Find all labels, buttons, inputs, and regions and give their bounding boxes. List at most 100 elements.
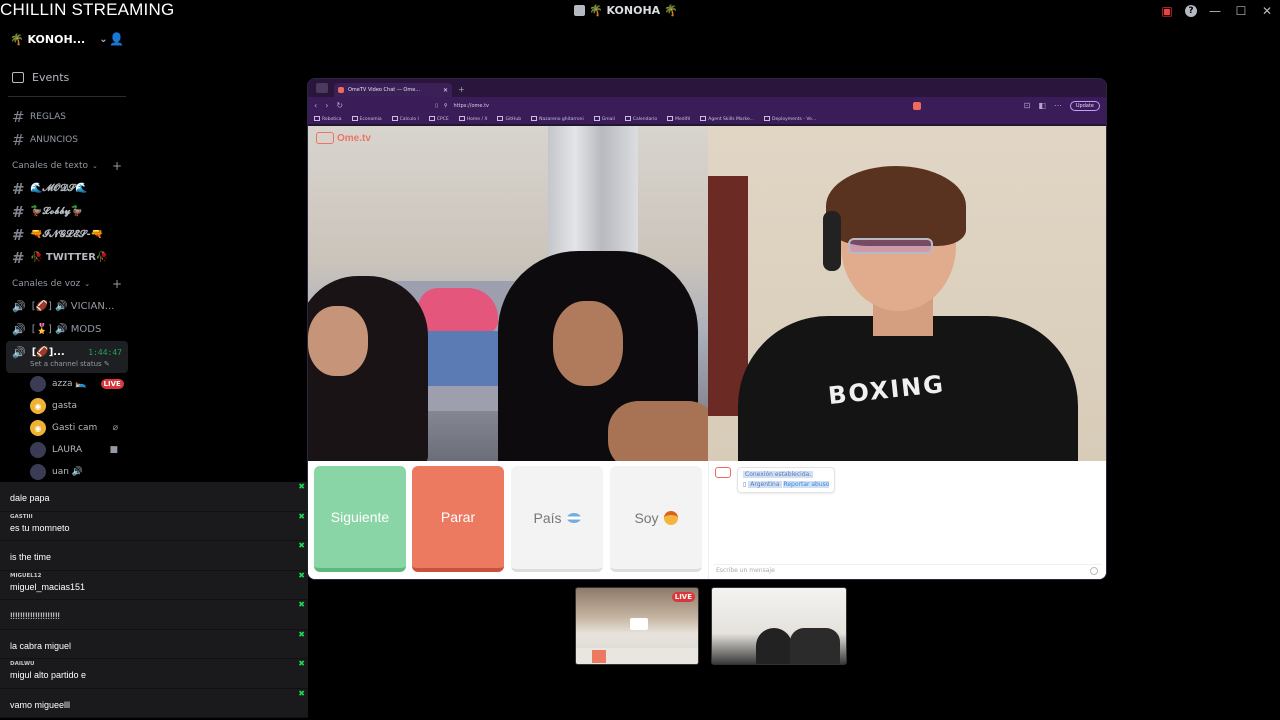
voice-user[interactable]: LAURA ■ xyxy=(0,439,134,461)
next-label: Siguiente xyxy=(330,509,390,525)
screenshot-icon[interactable]: ⊡ xyxy=(1024,101,1031,110)
stream-thumbnail-camera[interactable] xyxy=(711,587,847,665)
bookmark-item[interactable]: Medifé xyxy=(667,116,690,122)
bookmark-item[interactable]: Calculo I xyxy=(391,116,419,122)
voice-user-name: uan 🔊 xyxy=(52,467,83,477)
channel-label: 🥀 TWITTER🥀 xyxy=(30,252,109,263)
country-button[interactable]: País xyxy=(511,466,603,572)
screen-share-icon xyxy=(630,618,648,630)
voice-channel-vician[interactable]: 🔊 [🏈] 🔊 VICIAN... xyxy=(0,295,134,318)
channel-lobby[interactable]: # 🦆𝓛𝓸𝓫𝓫𝔂🦆 xyxy=(0,200,134,223)
sidebar-icon[interactable]: ◧ xyxy=(1038,101,1046,110)
voice-user[interactable]: ◉ gasta xyxy=(0,395,134,417)
channel-ingles[interactable]: # 🔫𝓘𝓝𝓖𝓛𝓔𝓢-🔫 xyxy=(0,223,134,246)
window-controls: ▣ ? — ☐ ✕ xyxy=(1154,0,1280,22)
voice-timer: 1:44:47 xyxy=(88,348,122,357)
browser-tab-ometv[interactable]: OmeTV Video Chat — Ome... ✕ xyxy=(334,83,452,97)
chat-text: dale papa xyxy=(10,493,50,503)
chevron-down-icon: ⌄ xyxy=(84,280,91,288)
report-abuse-link[interactable]: Reportar abuso xyxy=(783,481,830,488)
channel-anuncios[interactable]: # ANUNCIOS xyxy=(0,128,134,151)
chat-text: vamo migueelll xyxy=(10,699,71,710)
ometv-chat: Conexión establecida. ▯ Argentina Report… xyxy=(708,461,1106,579)
hash-icon: # xyxy=(12,179,25,198)
server-icon xyxy=(574,5,585,16)
inbox-icon[interactable]: ▣ xyxy=(1154,0,1180,22)
menu-dots-icon[interactable]: ⋯ xyxy=(1054,101,1062,110)
chat-message-input[interactable]: Escribe un mensaje xyxy=(714,564,1102,576)
reload-icon[interactable]: ↻ xyxy=(336,101,343,110)
channel-label: ANUNCIOS xyxy=(30,134,78,145)
channel-label: 🔫𝓘𝓝𝓖𝓛𝓔𝓢-🔫 xyxy=(30,229,104,240)
calendar-icon xyxy=(12,71,24,83)
voice-channel-mods[interactable]: 🔊 [🎖️] 🔊 MODS xyxy=(0,318,134,341)
address-bar[interactable]: ▯ ⚲ https://ome.tv xyxy=(435,100,905,112)
server-header[interactable]: 🌴 KONOH... ⌄ 👤 xyxy=(0,22,134,56)
stream-thumbnail-screen[interactable]: LIVE xyxy=(575,587,699,665)
channel-twitter[interactable]: # 🥀 TWITTER🥀 xyxy=(0,246,134,269)
new-tab-icon[interactable]: + xyxy=(458,85,465,94)
chat-message: DAILWU migul alto partido e ✖ xyxy=(0,659,308,689)
voice-user[interactable]: uan 🔊 xyxy=(0,461,134,483)
chat-message: dale papa ✖ xyxy=(0,482,308,512)
stream-chat-overlay: dale papa ✖ GASTIII es tu momneto ✖ is t… xyxy=(0,482,308,720)
channel-status[interactable]: Set a channel status ✎ xyxy=(12,360,110,368)
category-voice-channels[interactable]: Canales de voz ⌄ + xyxy=(0,273,134,295)
close-button[interactable]: ✕ xyxy=(1254,0,1280,22)
chat-message: MIGUEL12 miguel_macias151 ✖ xyxy=(0,570,308,600)
extension-icon[interactable] xyxy=(913,101,922,110)
video-person xyxy=(498,251,708,461)
close-tab-icon[interactable]: ✕ xyxy=(443,87,448,94)
bookmark-item[interactable]: Agent Skills Marke... xyxy=(700,116,754,122)
minimize-button[interactable]: — xyxy=(1202,0,1228,22)
gender-button[interactable]: Soy xyxy=(610,466,702,572)
voice-channel-active[interactable]: 🔊 [🏈]... 1:44:47 Set a channel status ✎ xyxy=(6,341,128,373)
update-button[interactable]: Update xyxy=(1069,100,1100,111)
video-pillow xyxy=(418,288,498,333)
add-channel-icon[interactable]: + xyxy=(112,277,122,291)
stream-title: CHILLIN STREAMING xyxy=(0,0,175,19)
stop-button[interactable]: Parar xyxy=(412,466,504,572)
back-icon[interactable]: ‹ xyxy=(314,101,317,110)
forward-icon[interactable]: › xyxy=(325,101,328,110)
voice-channel-row: 🔊 [🏈]... 1:44:47 xyxy=(12,346,128,359)
add-channel-icon[interactable]: + xyxy=(112,159,122,173)
add-member-icon[interactable]: 👤 xyxy=(109,32,124,46)
bookmark-item[interactable]: CPCE xyxy=(428,116,449,122)
emoji-icon[interactable] xyxy=(1090,566,1098,575)
voice-user[interactable]: ◉ Gasti cam ⌀ xyxy=(0,417,134,439)
chat-message: GASTIII es tu momneto ✖ xyxy=(0,511,308,541)
chat-text: la cabra miguel xyxy=(10,640,72,651)
avatar: ◉ xyxy=(30,420,46,436)
tab-toggle-icon[interactable] xyxy=(316,83,328,93)
channel-label: 🦆𝓛𝓸𝓫𝓫𝔂🦆 xyxy=(30,206,84,217)
bookmark-item[interactable]: Nazareno ghitarroni xyxy=(531,116,584,122)
bookmark-item[interactable]: Gmail xyxy=(593,116,615,122)
events-link[interactable]: Events xyxy=(0,58,134,96)
browser-tab-strip: OmeTV Video Chat — Ome... ✕ + xyxy=(308,79,1106,97)
headphones-icon xyxy=(823,211,841,271)
channel-reglas[interactable]: # REGLAS xyxy=(0,105,134,128)
voice-channel-label: [🏈]... xyxy=(31,347,65,358)
voice-user-name: LAURA xyxy=(52,445,83,455)
next-button[interactable]: Siguiente xyxy=(314,466,406,572)
bookmark-item[interactable]: GitHub xyxy=(497,116,521,122)
bookmark-item[interactable]: Economia xyxy=(351,116,382,122)
chat-user: MIGUEL12 xyxy=(10,572,42,579)
bookmark-item[interactable]: Robotica xyxy=(314,116,342,122)
voice-user[interactable]: azza 🛌 LIVE xyxy=(0,373,134,395)
muted-icon: ⌀ xyxy=(112,423,118,433)
hash-icon: # xyxy=(12,107,25,126)
bookmark-item[interactable]: Deployments - Ve... xyxy=(764,116,816,122)
bookmark-item[interactable]: Home / X xyxy=(458,116,487,122)
country-label: País xyxy=(533,509,562,526)
chat-text: migul alto partido e xyxy=(10,670,87,680)
maximize-button[interactable]: ☐ xyxy=(1228,0,1254,22)
chat-placeholder: Escribe un mensaje xyxy=(716,567,775,574)
channel-mods[interactable]: # 🌊𝓜𝓞𝓓𝓢🌊 xyxy=(0,177,134,200)
chat-message: vamo migueelll ✖ xyxy=(0,688,308,718)
video-person xyxy=(308,276,428,461)
help-icon[interactable]: ? xyxy=(1180,0,1202,22)
bookmark-item[interactable]: Calendario xyxy=(624,116,657,122)
category-text-channels[interactable]: Canales de texto ⌄ + xyxy=(0,155,134,177)
